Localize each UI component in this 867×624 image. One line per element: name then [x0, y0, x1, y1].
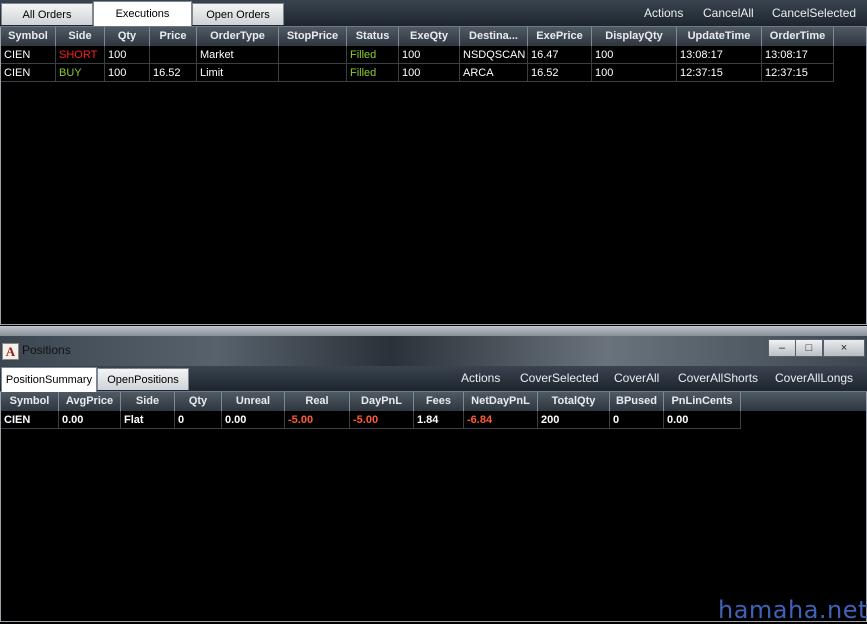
cell-symbol: CIEN [1, 46, 56, 64]
col-exe-price[interactable]: ExePrice [528, 27, 592, 46]
cell-bp-used: 0 [610, 411, 664, 429]
cell-status: Filled [347, 46, 399, 64]
positions-grid: Symbol AvgPrice Side Qty Unreal Real Day… [0, 392, 867, 622]
col-status[interactable]: Status [347, 27, 399, 46]
col-fees[interactable]: Fees [414, 392, 464, 411]
panel-splitter[interactable] [0, 326, 867, 336]
cell-side: BUY [56, 64, 105, 82]
cell-qty: 100 [105, 46, 150, 64]
cell-status: Filled [347, 64, 399, 82]
orders-actions-menu[interactable]: Actions [644, 0, 683, 26]
cancel-all-button[interactable]: CancelAll [703, 0, 754, 26]
cell-symbol: CIEN [1, 64, 56, 82]
tab-executions[interactable]: Executions [93, 1, 192, 26]
app-logo-icon: A [2, 343, 19, 360]
col-side[interactable]: Side [56, 27, 105, 46]
orders-panel: All Orders Executions Open Orders Action… [0, 0, 867, 326]
cell-exe-qty: 100 [399, 64, 460, 82]
cell-price [150, 46, 197, 64]
positions-titlebar[interactable]: A Positions – □ × [0, 336, 867, 366]
cell-price: 16.52 [150, 64, 197, 82]
col-order-type[interactable]: OrderType [197, 27, 279, 46]
col-display-qty[interactable]: DisplayQty [592, 27, 677, 46]
cell-destination: NSDQSCAN [460, 46, 528, 64]
minimize-button[interactable]: – [768, 339, 796, 357]
orders-tabstrip: All Orders Executions Open Orders Action… [0, 0, 867, 27]
close-button[interactable]: × [823, 339, 865, 357]
col-update-time[interactable]: UpdateTime [677, 27, 762, 46]
positions-tabstrip: PositionSummary OpenPositions Actions Co… [0, 366, 867, 392]
cell-avg-price: 0.00 [59, 411, 121, 429]
cell-update-time: 13:08:17 [677, 46, 762, 64]
cell-exe-qty: 100 [399, 46, 460, 64]
tab-position-summary[interactable]: PositionSummary [1, 367, 97, 392]
cancel-selected-button[interactable]: CancelSelected [772, 0, 856, 26]
cover-all-button[interactable]: CoverAll [614, 366, 659, 391]
cell-qty: 0 [175, 411, 222, 429]
cell-real: -5.00 [285, 411, 350, 429]
table-row[interactable]: CIEN BUY 100 16.52 Limit Filled 100 ARCA… [1, 64, 866, 82]
positions-grid-header: Symbol AvgPrice Side Qty Unreal Real Day… [1, 392, 866, 411]
cover-selected-button[interactable]: CoverSelected [520, 366, 599, 391]
cell-stop-price [279, 46, 347, 64]
cell-net-day-pnl: -6.84 [464, 411, 538, 429]
window-title: Positions [22, 343, 71, 357]
cell-stop-price [279, 64, 347, 82]
cell-update-time: 12:37:15 [677, 64, 762, 82]
cell-display-qty: 100 [592, 46, 677, 64]
col-order-time[interactable]: OrderTime [762, 27, 834, 46]
positions-actions-menu[interactable]: Actions [461, 366, 500, 391]
table-row[interactable]: CIEN SHORT 100 Market Filled 100 NSDQSCA… [1, 46, 866, 64]
cell-order-time: 12:37:15 [762, 64, 834, 82]
col-avg-price[interactable]: AvgPrice [59, 392, 121, 411]
cell-side: SHORT [56, 46, 105, 64]
cell-order-type: Market [197, 46, 279, 64]
minimize-icon: – [778, 342, 786, 354]
cover-all-longs-button[interactable]: CoverAllLongs [775, 366, 853, 391]
orders-grid: Symbol Side Qty Price OrderType StopPric… [0, 27, 867, 325]
cell-pnl-in-cents: 0.00 [664, 411, 741, 429]
cell-exe-price: 16.52 [528, 64, 592, 82]
tab-open-positions[interactable]: OpenPositions [97, 368, 189, 390]
cell-destination: ARCA [460, 64, 528, 82]
tab-open-orders[interactable]: Open Orders [192, 3, 284, 25]
col-symbol[interactable]: Symbol [1, 27, 56, 46]
orders-grid-header: Symbol Side Qty Price OrderType StopPric… [1, 27, 866, 46]
positions-panel: PositionSummary OpenPositions Actions Co… [0, 366, 867, 623]
watermark: hamaha.net [718, 596, 867, 624]
cell-order-type: Limit [197, 64, 279, 82]
col-symbol[interactable]: Symbol [1, 392, 59, 411]
col-bp-used[interactable]: BPused [610, 392, 664, 411]
cell-side: Flat [121, 411, 175, 429]
cell-unreal: 0.00 [222, 411, 285, 429]
col-qty[interactable]: Qty [105, 27, 150, 46]
close-icon: × [840, 342, 848, 354]
col-real[interactable]: Real [285, 392, 350, 411]
col-unreal[interactable]: Unreal [222, 392, 285, 411]
cell-total-qty: 200 [538, 411, 610, 429]
cell-exe-price: 16.47 [528, 46, 592, 64]
col-price[interactable]: Price [150, 27, 197, 46]
maximize-button[interactable]: □ [795, 339, 823, 357]
col-destination[interactable]: Destina... [460, 27, 528, 46]
cell-fees: 1.84 [414, 411, 464, 429]
col-stop-price[interactable]: StopPrice [279, 27, 347, 46]
col-day-pnl[interactable]: DayPnL [350, 392, 414, 411]
cover-all-shorts-button[interactable]: CoverAllShorts [678, 366, 758, 391]
maximize-icon: □ [805, 342, 813, 354]
col-net-day-pnl[interactable]: NetDayPnL [464, 392, 538, 411]
col-qty[interactable]: Qty [175, 392, 222, 411]
col-exe-qty[interactable]: ExeQty [399, 27, 460, 46]
col-side[interactable]: Side [121, 392, 175, 411]
cell-order-time: 13:08:17 [762, 46, 834, 64]
col-total-qty[interactable]: TotalQty [538, 392, 610, 411]
col-pnl-in-cents[interactable]: PnLinCents [664, 392, 741, 411]
cell-symbol: CIEN [1, 411, 59, 429]
cell-display-qty: 100 [592, 64, 677, 82]
table-row[interactable]: CIEN 0.00 Flat 0 0.00 -5.00 -5.00 1.84 -… [1, 411, 866, 429]
tab-all-orders[interactable]: All Orders [1, 3, 93, 25]
cell-day-pnl: -5.00 [350, 411, 414, 429]
cell-qty: 100 [105, 64, 150, 82]
